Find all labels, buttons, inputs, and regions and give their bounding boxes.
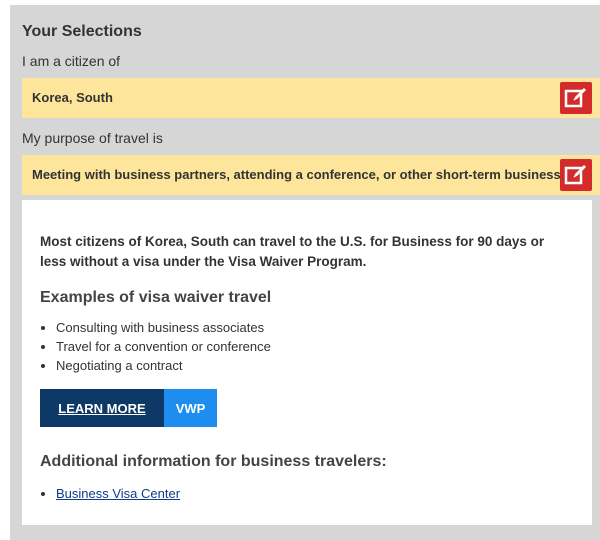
business-visa-center-link[interactable]: Business Visa Center <box>56 486 180 501</box>
citizen-selection-bar: Korea, South <box>22 78 600 118</box>
list-item: Travel for a convention or conference <box>56 337 271 356</box>
purpose-selection-bar: Meeting with business partners, attendin… <box>22 155 600 195</box>
list-item: Consulting with business associates <box>56 318 271 337</box>
edit-icon <box>564 88 586 108</box>
learn-more-button[interactable]: LEARN MORE <box>40 389 164 427</box>
purpose-label: My purpose of travel is <box>22 130 163 146</box>
links-list: Business Visa Center <box>40 484 180 503</box>
selections-panel: Your Selections I am a citizen of Korea,… <box>10 5 600 540</box>
examples-heading: Examples of visa waiver travel <box>40 289 272 306</box>
purpose-value: Meeting with business partners, attendin… <box>32 167 565 182</box>
citizen-value: Korea, South <box>32 90 113 105</box>
examples-list: Consulting with business associates Trav… <box>40 318 271 375</box>
citizen-label: I am a citizen of <box>22 53 121 69</box>
edit-icon <box>564 165 586 185</box>
result-card: Most citizens of Korea, South can travel… <box>22 200 592 525</box>
eligibility-message: Most citizens of Korea, South can travel… <box>40 234 545 269</box>
selections-title: Your Selections <box>22 23 142 40</box>
list-item: Business Visa Center <box>56 484 180 503</box>
additional-info-heading: Additional information for business trav… <box>40 453 387 470</box>
edit-citizen-button[interactable] <box>560 82 592 114</box>
vwp-tag: VWP <box>164 389 217 427</box>
list-item: Negotiating a contract <box>56 356 271 375</box>
edit-purpose-button[interactable] <box>560 159 592 191</box>
